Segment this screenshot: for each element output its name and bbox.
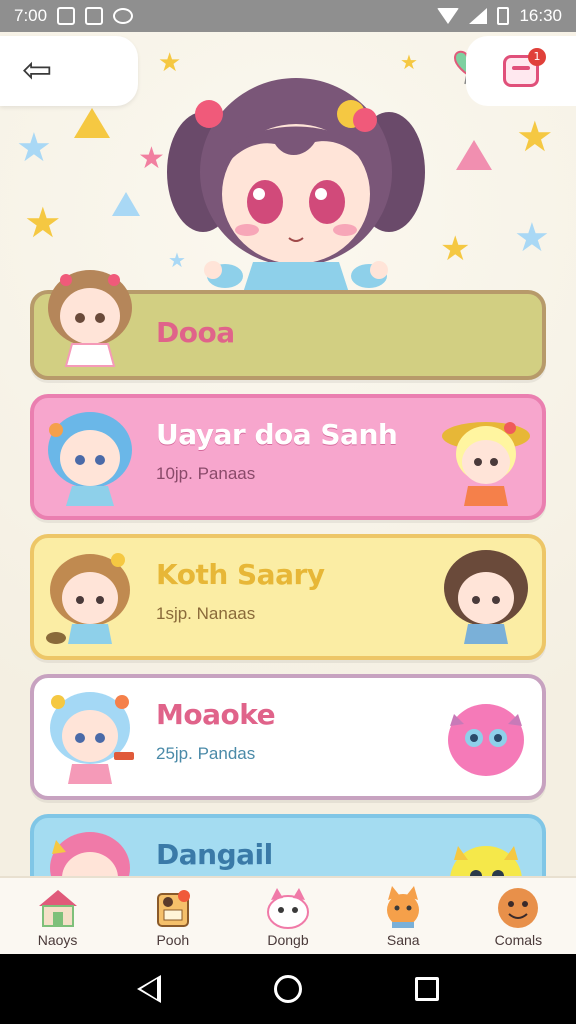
card-title: Uayar doa Sanh (156, 418, 398, 451)
card-subtitle: 25jp. Pandas (156, 744, 256, 763)
fox-character-icon (387, 886, 420, 928)
shop-character-icon (156, 890, 190, 927)
character-avatar (48, 270, 132, 367)
status-right: 16:30 (437, 6, 562, 26)
character-list: Dooa Uayar doa Sanh 10jp. Panaas Koth Sa… (30, 270, 548, 954)
card-title: Dooa (156, 316, 235, 349)
nav-item-cat[interactable]: Dongb (230, 878, 345, 954)
status-time: 7:00 (14, 6, 48, 25)
house-icon (38, 890, 77, 927)
notification-icon (57, 7, 76, 25)
star-decoration-icon: ★ (24, 198, 62, 247)
list-item[interactable]: Uayar doa Sanh 10jp. Panaas (30, 394, 546, 520)
photo-notification-icon (85, 7, 104, 25)
system-back-icon[interactable] (136, 975, 161, 1003)
battery-icon (497, 7, 510, 25)
character-avatar (46, 553, 130, 644)
character-avatar (442, 422, 530, 506)
system-recents-icon[interactable] (415, 977, 440, 1001)
card-subtitle: 1sjp. Nanaas (156, 604, 256, 623)
star-decoration-icon: ★ (138, 141, 165, 176)
character-avatar (444, 550, 528, 644)
shop-button[interactable]: 1 (466, 36, 576, 106)
system-navigation-bar (0, 954, 576, 1024)
star-decoration-icon: ★ (516, 112, 554, 161)
nav-label: Dongb (267, 932, 309, 948)
triangle-decoration-icon (74, 108, 110, 138)
shopping-bag-icon: 1 (503, 48, 546, 87)
card-subtitle: 10jp. Panaas (156, 464, 256, 483)
character-avatar (50, 692, 134, 784)
card-title: Dangail (156, 838, 273, 871)
signal-icon (469, 8, 488, 24)
status-clock: 16:30 (519, 6, 562, 25)
app-screen: ★ ★ ★ ★ ★ ★ ★ ★ ★ ★ ⇦ 1 (0, 32, 576, 954)
nav-label: Naoys (37, 932, 78, 948)
nav-label: Comals (494, 932, 543, 948)
status-left: 7:00 (14, 6, 134, 26)
nav-item-smiley[interactable]: Comals (461, 878, 576, 954)
card-title: Koth Saary (156, 558, 325, 591)
system-home-icon[interactable] (273, 975, 302, 1003)
character-avatar (48, 412, 132, 506)
back-button[interactable]: ⇦ (0, 36, 138, 106)
list-item[interactable]: Dooa (30, 270, 546, 380)
bag-badge: 1 (528, 48, 546, 66)
smiley-character-icon (498, 888, 539, 928)
bottom-navigation: Naoys Pooh Dongb Sana Comals (0, 876, 576, 954)
list-item[interactable]: Moaoke 25jp. Pandas (30, 674, 546, 800)
game-notification-icon (113, 8, 134, 24)
nav-label: Sana (386, 932, 420, 948)
back-arrow-icon: ⇦ (22, 50, 53, 91)
nav-item-fox[interactable]: Sana (346, 878, 461, 954)
star-decoration-icon: ★ (440, 229, 471, 269)
triangle-decoration-icon (112, 192, 140, 216)
nav-item-shop[interactable]: Pooh (115, 878, 230, 954)
cat-character-icon (267, 888, 309, 929)
character-avatar (448, 704, 524, 776)
wifi-icon (437, 8, 460, 24)
nav-label: Pooh (156, 932, 190, 948)
triangle-decoration-icon (456, 140, 492, 170)
star-decoration-icon: ★ (514, 215, 550, 261)
nav-item-home[interactable]: Naoys (0, 878, 115, 954)
list-item[interactable]: Koth Saary 1sjp. Nanaas (30, 534, 546, 660)
star-decoration-icon: ★ (16, 125, 52, 171)
status-bar: 7:00 16:30 (0, 0, 576, 32)
card-title: Moaoke (156, 698, 276, 731)
